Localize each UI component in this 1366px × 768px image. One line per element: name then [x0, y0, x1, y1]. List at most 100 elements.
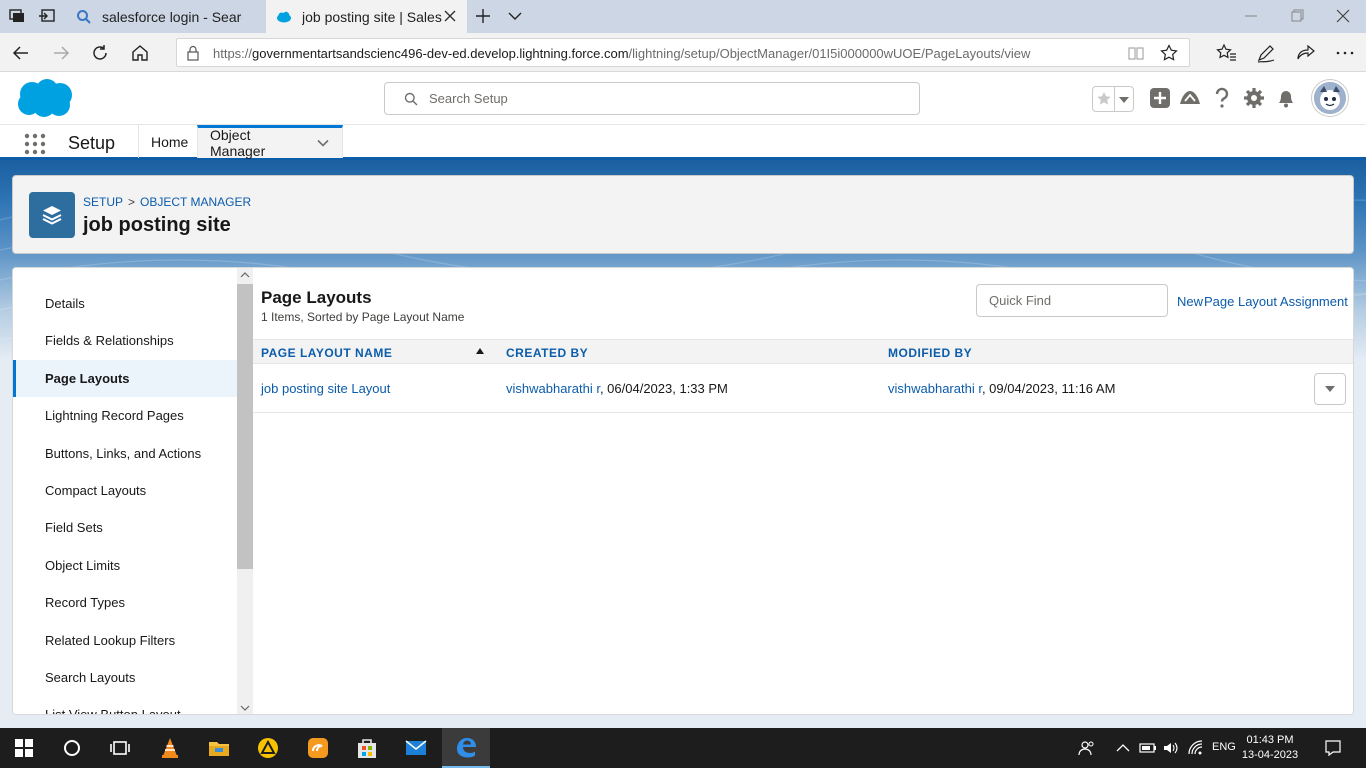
tab-object-manager[interactable]: Object Manager	[197, 125, 343, 159]
url-field[interactable]: https://governmentartsandscienc496-dev-e…	[176, 38, 1190, 67]
search-setup-box[interactable]	[384, 82, 920, 115]
forward-arrow-icon[interactable]	[50, 42, 72, 64]
uc-browser-icon[interactable]	[306, 736, 330, 760]
notifications-bell-icon[interactable]	[1274, 86, 1298, 110]
created-by-user-link[interactable]: vishwabharathi r	[506, 381, 600, 396]
close-window-icon[interactable]	[1332, 6, 1354, 26]
vlc-icon[interactable]	[158, 736, 182, 760]
sidebar-item-list-view-button-layout[interactable]: List View Button Layout	[13, 696, 237, 714]
new-button[interactable]: New	[1177, 294, 1203, 309]
column-header-created-by[interactable]: CREATED BY	[506, 346, 588, 360]
salesforce-global-header	[0, 73, 1366, 124]
sidebar-item-related-lookup-filters[interactable]: Related Lookup Filters	[13, 622, 237, 659]
setup-gear-icon[interactable]	[1242, 86, 1266, 110]
sidebar-item-record-types[interactable]: Record Types	[13, 584, 237, 621]
more-options-icon[interactable]	[1334, 42, 1356, 64]
app-launcher-grid-icon[interactable]	[24, 133, 46, 155]
global-actions-add-icon[interactable]	[1148, 86, 1172, 110]
task-view-icon[interactable]	[108, 736, 132, 760]
lock-icon[interactable]	[186, 45, 200, 61]
column-header-page-layout-name[interactable]: PAGE LAYOUT NAME	[261, 346, 392, 360]
sidebar-item-details[interactable]: Details	[13, 285, 237, 322]
salesforce-logo-icon[interactable]	[15, 78, 75, 120]
scroll-up-arrow-icon[interactable]	[240, 271, 250, 279]
show-hidden-icons-chevron-icon[interactable]	[1114, 740, 1132, 756]
new-tab-icon[interactable]	[474, 8, 492, 24]
favorites-star-icon[interactable]	[1093, 87, 1115, 111]
sidebar-scrollbar[interactable]	[237, 268, 253, 714]
set-tabs-aside-icon[interactable]	[38, 8, 56, 24]
people-icon[interactable]	[1078, 740, 1096, 756]
sidebar-item-page-layouts[interactable]: Page Layouts	[13, 360, 237, 397]
chevron-down-icon[interactable]	[316, 136, 330, 150]
clock-date: 13-04-2023	[1241, 749, 1299, 761]
favorite-star-icon[interactable]	[1160, 44, 1178, 62]
search-circle-icon[interactable]	[60, 736, 84, 760]
breadcrumb-object-manager[interactable]: OBJECT MANAGER	[140, 195, 251, 209]
breadcrumb-separator: >	[128, 195, 136, 209]
sort-ascending-icon[interactable]	[476, 348, 484, 354]
tab-home[interactable]: Home	[138, 125, 200, 158]
store-icon[interactable]	[355, 736, 379, 760]
windows-start-icon[interactable]	[12, 736, 36, 760]
tab-home-label: Home	[151, 133, 189, 150]
sidebar-item-object-limits[interactable]: Object Limits	[13, 547, 237, 584]
object-sidebar: Details Fields & Relationships Page Layo…	[13, 268, 237, 714]
scrollbar-thumb[interactable]	[237, 284, 253, 569]
pen-notes-icon[interactable]	[1255, 42, 1277, 64]
search-icon	[404, 92, 418, 106]
search-setup-input[interactable]	[429, 84, 909, 113]
wifi-icon[interactable]	[1187, 740, 1205, 756]
sidebar-item-field-sets[interactable]: Field Sets	[13, 509, 237, 546]
column-header-modified-by[interactable]: MODIFIED BY	[888, 346, 972, 360]
sidebar-item-compact-layouts[interactable]: Compact Layouts	[13, 472, 237, 509]
mail-icon[interactable]	[404, 736, 428, 760]
edge-taskbar-button[interactable]	[442, 728, 490, 768]
sidebar-item-fields-relationships[interactable]: Fields & Relationships	[13, 322, 237, 359]
help-question-icon[interactable]	[1210, 86, 1234, 110]
scroll-down-arrow-icon[interactable]	[240, 704, 250, 712]
clock-time: 01:43 PM	[1246, 734, 1294, 746]
url-path: /lightning/setup/ObjectManager/01I5i0000…	[628, 46, 1031, 61]
modified-by-user-link[interactable]: vishwabharathi r	[888, 381, 982, 396]
sidebar-item-label: Details	[45, 296, 85, 311]
browser-tab-bar: salesforce login - Search job posting si…	[0, 0, 1366, 33]
back-arrow-icon[interactable]	[10, 42, 32, 64]
tab-actions-icon[interactable]	[8, 8, 26, 24]
content-subtitle: 1 Items, Sorted by Page Layout Name	[261, 310, 465, 324]
quick-find-input[interactable]	[989, 286, 1161, 315]
browser-tab-salesforce[interactable]: job posting site | Salesforce	[266, 0, 467, 33]
share-icon[interactable]	[1295, 42, 1317, 64]
file-explorer-icon[interactable]	[207, 736, 231, 760]
clock[interactable]: 01:43 PM 13-04-2023	[1220, 733, 1320, 763]
sidebar-item-label: Object Limits	[45, 558, 121, 573]
quick-find-box[interactable]	[976, 284, 1168, 317]
volume-icon[interactable]	[1162, 740, 1180, 756]
favorites-hub-icon[interactable]	[1216, 42, 1238, 64]
created-date: , 06/04/2023, 1:33 PM	[599, 381, 728, 396]
warning-app-icon[interactable]	[256, 736, 280, 760]
close-tab-icon[interactable]	[443, 9, 457, 23]
row-actions-dropdown-button[interactable]	[1314, 373, 1346, 405]
layout-name-link[interactable]: job posting site Layout	[261, 381, 390, 396]
battery-icon[interactable]	[1139, 740, 1157, 756]
minimize-icon[interactable]	[1240, 6, 1262, 26]
trailhead-help-icon[interactable]	[1178, 86, 1202, 110]
object-header: SETUP > OBJECT MANAGER job posting site	[12, 175, 1354, 254]
reading-view-icon[interactable]	[1127, 45, 1145, 61]
sidebar-item-buttons-links-actions[interactable]: Buttons, Links, and Actions	[13, 435, 237, 472]
notifications-icon[interactable]	[1324, 739, 1342, 757]
sidebar-item-search-layouts[interactable]: Search Layouts	[13, 659, 237, 696]
breadcrumb-setup[interactable]: SETUP	[83, 195, 123, 209]
refresh-icon[interactable]	[89, 42, 111, 64]
restore-icon[interactable]	[1286, 6, 1308, 26]
favorites-dropdown-icon[interactable]	[1115, 87, 1133, 111]
browser-tab-search[interactable]: salesforce login - Search	[66, 0, 266, 33]
user-avatar[interactable]	[1312, 80, 1348, 116]
sidebar-item-lightning-record-pages[interactable]: Lightning Record Pages	[13, 397, 237, 434]
page-layout-assignment-button[interactable]: Page Layout Assignment	[1204, 294, 1348, 309]
edge-icon	[454, 736, 478, 760]
chevron-down-icon	[1325, 386, 1335, 392]
tab-list-chevron-icon[interactable]	[506, 8, 524, 24]
home-icon[interactable]	[129, 42, 151, 64]
